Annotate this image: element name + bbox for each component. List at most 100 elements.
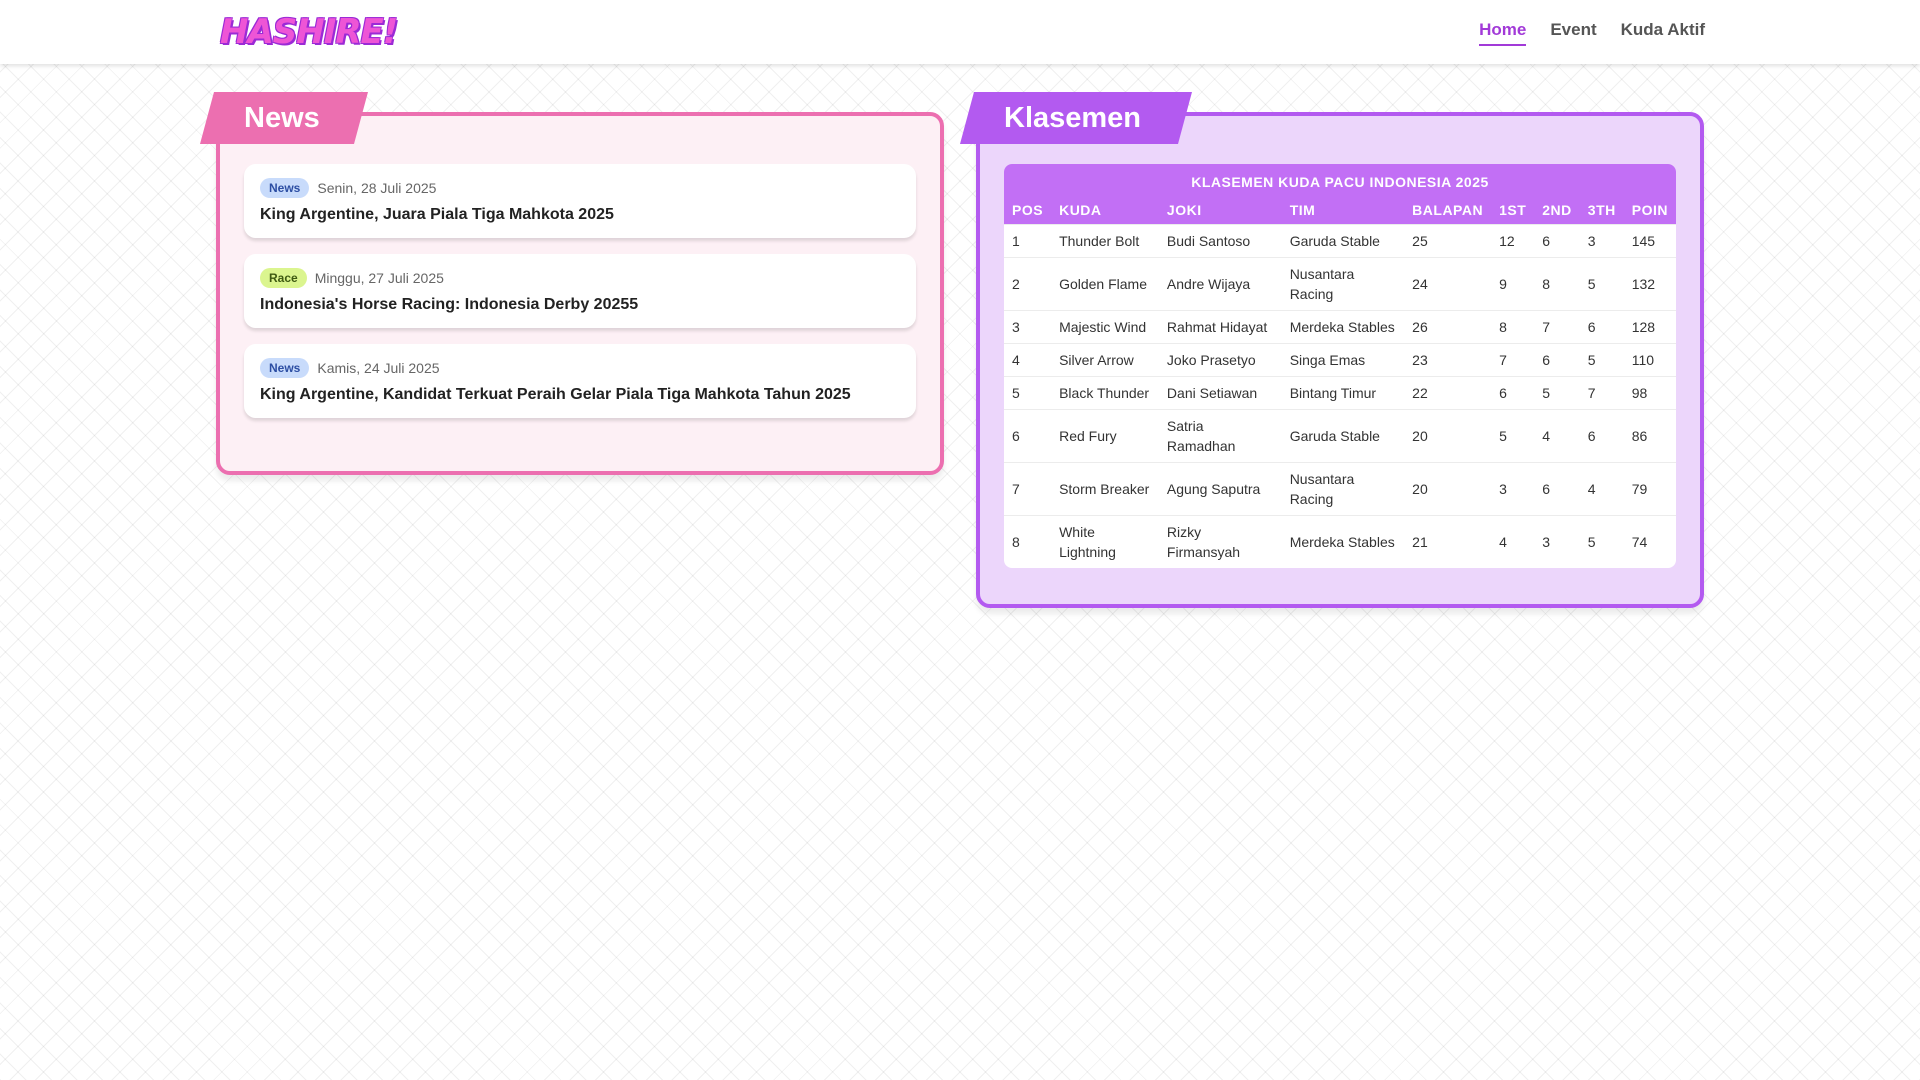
- news-date: Minggu, 27 Juli 2025: [314, 270, 444, 286]
- table-cell: 7: [1491, 343, 1535, 377]
- column-header: KUDA: [1051, 196, 1159, 225]
- table-cell: Agung Saputra: [1158, 462, 1282, 516]
- table-cell: White Lightning: [1051, 515, 1159, 568]
- news-card[interactable]: News Kamis, 24 Juli 2025 King Argentine,…: [244, 344, 916, 418]
- news-title[interactable]: King Argentine, Juara Piala Tiga Mahkota…: [260, 206, 900, 224]
- table-cell: Rizky Firmansyah: [1158, 515, 1282, 568]
- klasemen-panel-title: Klasemen: [960, 92, 1192, 144]
- table-cell: Red Fury: [1051, 409, 1159, 463]
- table-cell: 7: [1534, 310, 1580, 344]
- table-cell: Thunder Bolt: [1051, 224, 1159, 258]
- table-cell: Singa Emas: [1281, 343, 1405, 377]
- column-header: 1ST: [1491, 196, 1535, 225]
- news-panel: News News Senin, 28 Juli 2025 King Argen…: [216, 112, 944, 475]
- table-cell: 5: [1579, 515, 1624, 568]
- nav-links: Home Event Kuda Aktif: [1479, 20, 1705, 46]
- table-cell: Joko Prasetyo: [1158, 343, 1282, 377]
- column-header: JOKI: [1158, 196, 1282, 225]
- table-cell: Garuda Stable: [1281, 409, 1405, 463]
- table-cell: 98: [1623, 376, 1676, 410]
- table-row: 5 Black Thunder Dani Setiawan Bintang Timur…: [1004, 376, 1676, 410]
- table-cell: 21: [1404, 515, 1492, 568]
- table-cell: 8: [1491, 310, 1535, 344]
- table-cell: 6: [1004, 409, 1052, 463]
- table-cell: Merdeka Stables: [1281, 515, 1405, 568]
- table-cell: 20: [1404, 462, 1492, 516]
- column-header: TIM: [1281, 196, 1405, 225]
- table-cell: Nusantara Racing: [1281, 257, 1405, 311]
- table-cell: Dani Setiawan: [1158, 376, 1282, 410]
- news-meta: News Kamis, 24 Juli 2025: [260, 358, 900, 378]
- table-cell: 6: [1534, 224, 1580, 258]
- news-card[interactable]: Race Minggu, 27 Juli 2025 Indonesia's Ho…: [244, 254, 916, 328]
- table-row: 3 Majestic Wind Rahmat Hidayat Merdeka Stab…: [1004, 310, 1676, 344]
- table-cell: 3: [1579, 224, 1624, 258]
- table-cell: Black Thunder: [1051, 376, 1159, 410]
- table-cell: 7: [1004, 462, 1052, 516]
- table-cell: 110: [1623, 343, 1676, 377]
- table-row: 2 Golden Flame Andre Wijaya Nusantara Racin…: [1004, 257, 1676, 311]
- nav-event[interactable]: Event: [1550, 20, 1596, 46]
- table-row: 7 Storm Breaker Agung Saputra Nusantara Rac…: [1004, 462, 1676, 516]
- table-cell: 86: [1623, 409, 1676, 463]
- column-header: 3TH: [1579, 196, 1624, 225]
- table-cell: 6: [1534, 343, 1580, 377]
- table-cell: 74: [1623, 515, 1676, 568]
- column-header: 2ND: [1534, 196, 1580, 225]
- table-cell: Merdeka Stables: [1281, 310, 1405, 344]
- table-row: 1 Thunder Bolt Budi Santoso Garuda Stable 25…: [1004, 224, 1676, 258]
- news-title[interactable]: King Argentine, Kandidat Terkuat Peraih …: [260, 386, 900, 404]
- table-caption: KLASEMEN KUDA PACU INDONESIA 2025: [1004, 164, 1676, 196]
- table-cell: 132: [1623, 257, 1676, 311]
- table-cell: 79: [1623, 462, 1676, 516]
- table-cell: Nusantara Racing: [1281, 462, 1405, 516]
- race-badge: Race: [260, 268, 307, 288]
- table-cell: 4: [1579, 462, 1624, 516]
- table-cell: 26: [1404, 310, 1492, 344]
- brand-logo[interactable]: HASHIRE!: [220, 12, 398, 52]
- klasemen-panel: Klasemen KLASEMEN KUDA PACU INDONESIA 20…: [976, 112, 1704, 608]
- table-cell: 23: [1404, 343, 1492, 377]
- table-cell: 6: [1579, 409, 1624, 463]
- table-cell: 5: [1579, 257, 1624, 311]
- table-cell: 6: [1534, 462, 1580, 516]
- table-body: 1 Thunder Bolt Budi Santoso Garuda Stable 25…: [1004, 224, 1676, 568]
- klasemen-table: KLASEMEN KUDA PACU INDONESIA 2025 POS KUD…: [1004, 164, 1676, 568]
- news-date: Senin, 28 Juli 2025: [317, 180, 437, 196]
- table-cell: 6: [1491, 376, 1535, 410]
- table-cell: 4: [1534, 409, 1580, 463]
- table-cell: 3: [1491, 462, 1535, 516]
- column-header: POIN: [1623, 196, 1676, 225]
- column-header: BALAPAN: [1404, 196, 1492, 225]
- table-cell: 5: [1579, 343, 1624, 377]
- table-cell: 9: [1491, 257, 1535, 311]
- table-cell: Majestic Wind: [1051, 310, 1159, 344]
- table-cell: Garuda Stable: [1281, 224, 1405, 258]
- nav-kuda-aktif[interactable]: Kuda Aktif: [1621, 20, 1705, 46]
- news-panel-title: News: [200, 92, 368, 144]
- table-cell: 4: [1004, 343, 1052, 377]
- news-card[interactable]: News Senin, 28 Juli 2025 King Argentine,…: [244, 164, 916, 238]
- table-cell: 6: [1579, 310, 1624, 344]
- nav-home[interactable]: Home: [1479, 20, 1527, 46]
- table-cell: 8: [1534, 257, 1580, 311]
- news-date: Kamis, 24 Juli 2025: [317, 360, 440, 376]
- table-cell: 20: [1404, 409, 1492, 463]
- news-list: News Senin, 28 Juli 2025 King Argentine,…: [244, 164, 916, 434]
- table-cell: 8: [1004, 515, 1052, 568]
- table-cell: 5: [1004, 376, 1052, 410]
- table-row: 6 Red Fury Satria Ramadhan Garuda Stable 20 5…: [1004, 409, 1676, 463]
- table-cell: Silver Arrow: [1051, 343, 1159, 377]
- news-title[interactable]: Indonesia's Horse Racing: Indonesia Derb…: [260, 296, 900, 314]
- table-cell: 128: [1623, 310, 1676, 344]
- table-cell: 1: [1004, 224, 1052, 258]
- table-cell: Andre Wijaya: [1158, 257, 1282, 311]
- news-meta: Race Minggu, 27 Juli 2025: [260, 268, 900, 288]
- table-cell: 24: [1404, 257, 1492, 311]
- table-cell: 5: [1491, 409, 1535, 463]
- table-cell: Golden Flame: [1051, 257, 1159, 311]
- table-cell: 3: [1534, 515, 1580, 568]
- table-cell: 3: [1004, 310, 1052, 344]
- news-badge: News: [260, 178, 310, 198]
- table-cell: 12: [1491, 224, 1535, 258]
